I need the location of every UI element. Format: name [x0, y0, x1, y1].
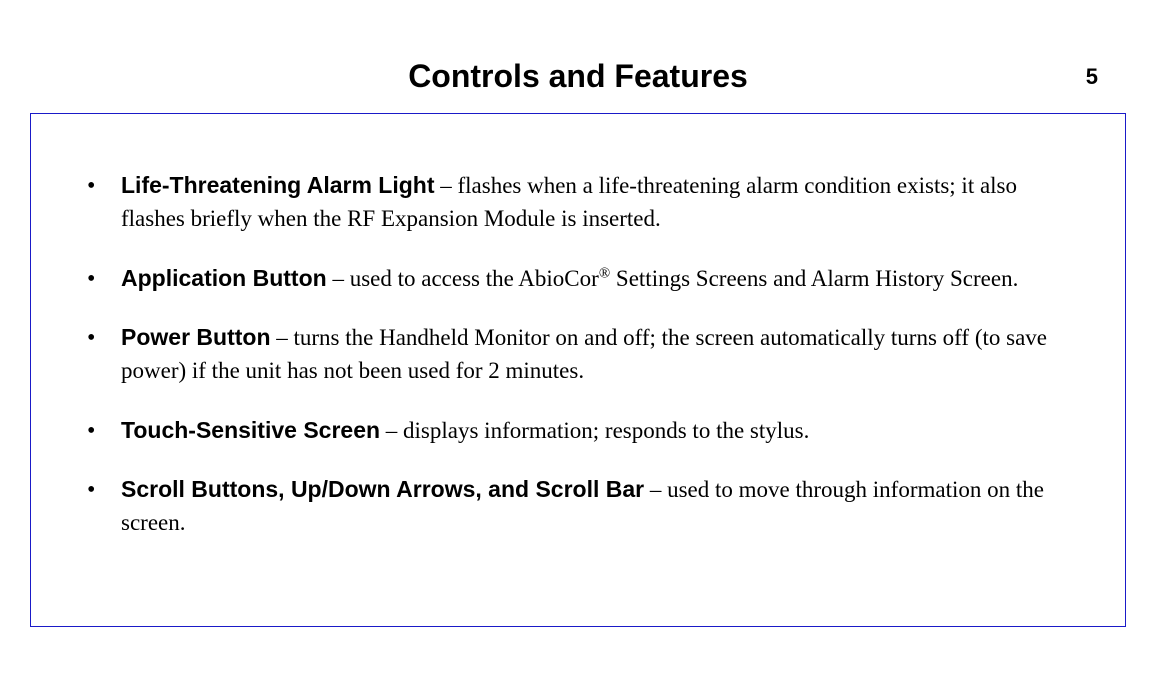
item-term: Scroll Buttons, Up/Down Arrows, and Scro… — [121, 476, 644, 502]
list-item: Power Button – turns the Handheld Monito… — [81, 321, 1075, 388]
item-desc-after: Settings Screens and Alarm History Scree… — [610, 266, 1018, 291]
content-box: Life-Threatening Alarm Light – flashes w… — [30, 113, 1126, 627]
list-item: Touch-Sensitive Screen – displays inform… — [81, 414, 1075, 447]
list-item: Life-Threatening Alarm Light – flashes w… — [81, 169, 1075, 236]
feature-list: Life-Threatening Alarm Light – flashes w… — [81, 169, 1075, 540]
item-desc-before: – used to access the AbioCor — [327, 266, 599, 291]
item-desc: – used to access the AbioCor® Settings S… — [327, 266, 1019, 291]
item-term: Power Button — [121, 324, 271, 350]
item-desc: – displays information; responds to the … — [380, 418, 809, 443]
page-title: Controls and Features — [0, 58, 1156, 95]
item-term: Life-Threatening Alarm Light — [121, 172, 435, 198]
list-item: Application Button – used to access the … — [81, 262, 1075, 295]
page-number: 5 — [1086, 64, 1098, 90]
page: { "page_number": "5", "title": "Controls… — [0, 58, 1156, 692]
list-item: Scroll Buttons, Up/Down Arrows, and Scro… — [81, 473, 1075, 540]
item-term: Touch-Sensitive Screen — [121, 417, 380, 443]
item-term: Application Button — [121, 265, 327, 291]
registered-symbol: ® — [599, 265, 610, 281]
